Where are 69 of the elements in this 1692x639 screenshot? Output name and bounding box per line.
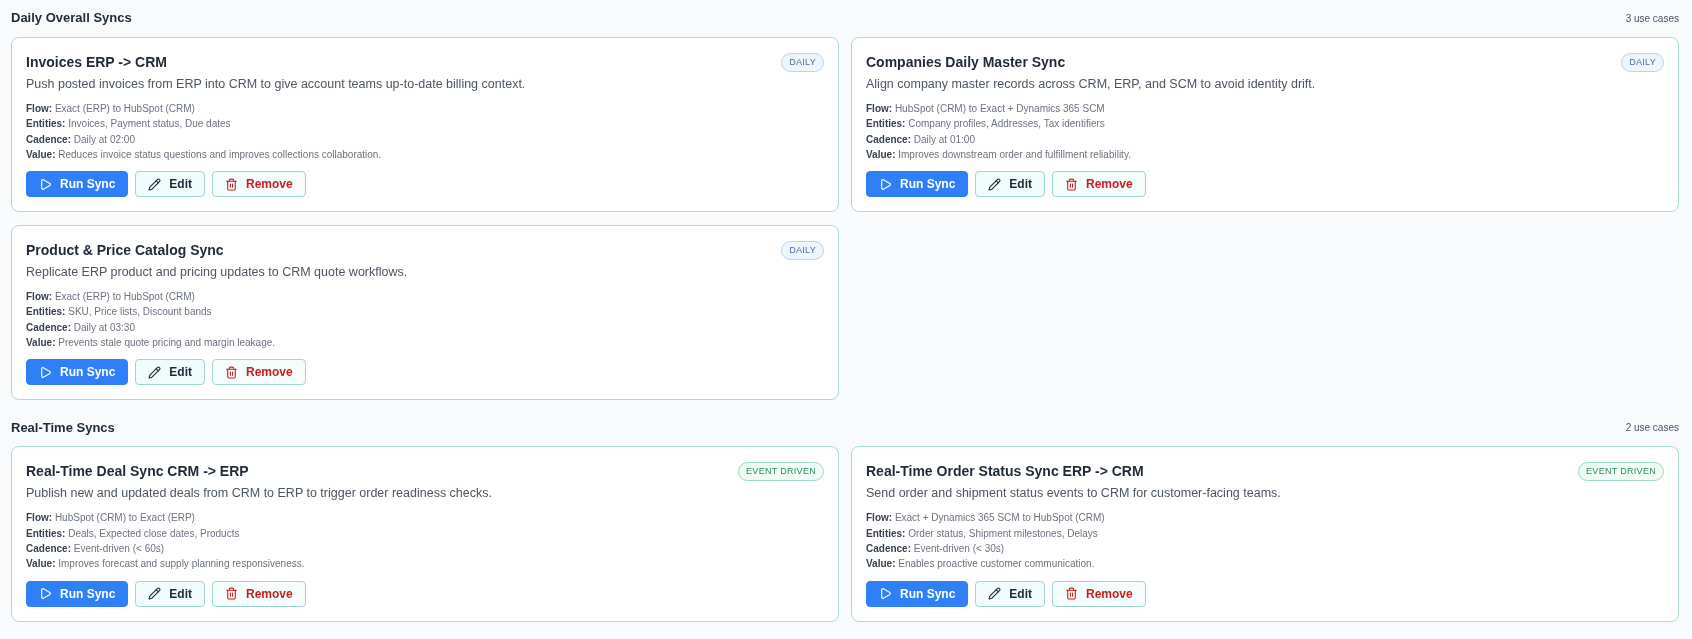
card-title: Product & Price Catalog Sync [26, 241, 224, 261]
detail-line: Value: Improves forecast and supply planning responsiveness. [26, 557, 306, 572]
remove-button[interactable]: Remove [212, 580, 306, 607]
detail-line: Value: Enables proactive customer communication. [866, 557, 1096, 572]
play-icon [879, 587, 892, 601]
pencil-icon [148, 365, 162, 379]
detail-line: Entities: Order status, Shipment milestones, Delays [866, 526, 1099, 541]
detail-line: Value: Reduces invoice status questions and improves collections collaboration. [26, 147, 383, 162]
detail-line: Entities: Invoices, Payment status, Due dates [26, 117, 232, 132]
edit-button[interactable]: Edit [135, 359, 205, 386]
detail-line: Flow: Exact + Dynamics 365 SCM to HubSpot (CRM) [866, 511, 1106, 526]
play-icon [39, 365, 52, 379]
play-icon [39, 177, 52, 191]
detail-line: Cadence: Daily at 02:00 [26, 132, 136, 147]
pencil-icon [988, 177, 1002, 191]
remove-button[interactable]: Remove [1052, 580, 1146, 607]
detail-line: Cadence: Daily at 01:00 [866, 132, 976, 147]
status-badge: EVENT DRIVEN [738, 461, 824, 481]
card-description: Replicate ERP product and pricing updates to CRM quote workflows. [26, 264, 409, 282]
run-button[interactable]: Run Sync [26, 359, 129, 386]
play-icon [879, 177, 892, 191]
pencil-icon [148, 177, 162, 191]
card-description: Push posted invoices from ERP into CRM to give account teams up-to-date billing context. [26, 76, 527, 93]
detail-line: Flow: HubSpot (CRM) to Exact + Dynamics 365 SCM [866, 102, 1106, 116]
detail-line: Flow: Exact (ERP) to HubSpot (CRM) [26, 290, 196, 305]
run-button[interactable]: Run Sync [26, 171, 129, 198]
edit-button[interactable]: Edit [135, 580, 205, 607]
trash-icon [225, 365, 238, 379]
pencil-icon [988, 587, 1002, 601]
play-icon [39, 587, 52, 601]
use-case-count: 2 use cases [1625, 420, 1679, 435]
card-description: Send order and shipment status events to CRM for customer-facing teams. [866, 485, 1282, 503]
edit-button[interactable]: Edit [135, 171, 205, 198]
trash-icon [225, 587, 238, 601]
trash-icon [1065, 587, 1078, 601]
use-case-count: 3 use cases [1625, 11, 1679, 26]
remove-button[interactable]: Remove [1052, 171, 1146, 198]
card-title: Invoices ERP -> CRM [26, 53, 167, 72]
status-badge: EVENT DRIVEN [1578, 461, 1664, 481]
detail-line: Flow: HubSpot (CRM) to Exact (ERP) [26, 511, 196, 526]
edit-button[interactable]: Edit [975, 580, 1045, 607]
trash-icon [225, 177, 238, 191]
detail-line: Entities: SKU, Price lists, Discount bands [26, 305, 213, 320]
status-badge: DAILY [1621, 52, 1664, 72]
run-button[interactable]: Run Sync [26, 580, 129, 607]
detail-line: Entities: Deals, Expected close dates, Products [26, 526, 241, 541]
edit-button[interactable]: Edit [975, 171, 1045, 198]
detail-line: Value: Improves downstream order and fulfillment reliability. [866, 147, 1132, 162]
card-description: Publish new and updated deals from CRM to ERP to trigger order readiness checks. [26, 485, 493, 503]
pencil-icon [148, 587, 162, 601]
section-heading: Real-Time Syncs [11, 418, 115, 437]
detail-line: Cadence: Daily at 03:30 [26, 320, 136, 335]
status-badge: DAILY [781, 240, 824, 260]
detail-line: Cadence: Event-driven (< 30s) [866, 541, 1006, 556]
card-title: Companies Daily Master Sync [866, 53, 1066, 72]
section-heading: Daily Overall Syncs [11, 9, 132, 28]
trash-icon [1065, 177, 1078, 191]
detail-line: Value: Prevents stale quote pricing and margin leakage. [26, 336, 277, 351]
status-badge: DAILY [781, 52, 824, 72]
detail-line: Cadence: Event-driven (< 60s) [26, 541, 166, 556]
detail-line: Flow: Exact (ERP) to HubSpot (CRM) [26, 102, 196, 116]
card-title: Real-Time Order Status Sync ERP -> CRM [866, 462, 1144, 482]
detail-line: Entities: Company profiles, Addresses, Tax identifiers [866, 117, 1106, 132]
run-button[interactable]: Run Sync [866, 171, 969, 198]
remove-button[interactable]: Remove [212, 171, 306, 198]
remove-button[interactable]: Remove [212, 359, 306, 386]
run-button[interactable]: Run Sync [866, 580, 969, 607]
card-title: Real-Time Deal Sync CRM -> ERP [26, 462, 249, 482]
card-description: Align company master records across CRM, ERP, and SCM to avoid identity drift. [866, 76, 1317, 93]
